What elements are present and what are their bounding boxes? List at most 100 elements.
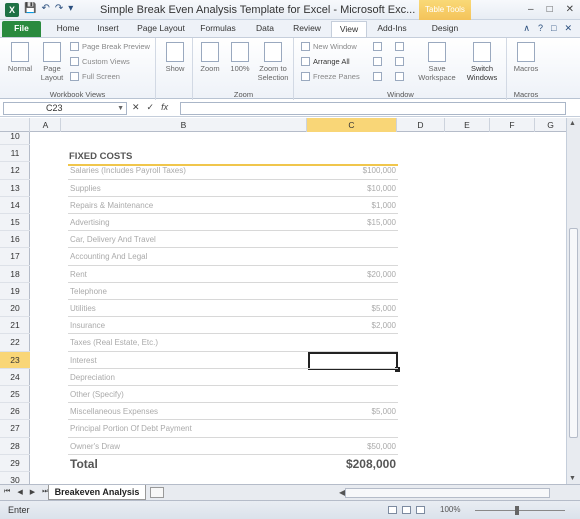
expense-label[interactable]: Owner's Draw xyxy=(70,442,120,451)
enter-icon[interactable]: ✓ xyxy=(147,102,155,113)
row-header[interactable]: 18 xyxy=(0,266,30,283)
row-header[interactable]: 25 xyxy=(0,386,30,404)
column-header-g[interactable]: G xyxy=(535,118,566,132)
row-header[interactable]: 23 xyxy=(0,351,30,369)
arrange-all-button[interactable]: Arrange All xyxy=(301,57,350,66)
normal-view-button[interactable]: Normal xyxy=(6,42,34,73)
zoom-100-button[interactable]: 100% xyxy=(226,42,254,73)
normal-view-shortcut-icon[interactable] xyxy=(388,506,397,514)
row-header[interactable]: 21 xyxy=(0,317,30,335)
macros-button[interactable]: Macros xyxy=(510,42,542,73)
expense-label[interactable]: Car, Delivery And Travel xyxy=(70,235,156,244)
vertical-scrollbar[interactable]: ▲ ▼ xyxy=(566,118,580,484)
prev-sheet-icon[interactable]: ◀ xyxy=(17,488,22,496)
row-header[interactable]: 11 xyxy=(0,145,30,163)
full-screen-button[interactable]: Full Screen xyxy=(70,72,120,81)
expense-label[interactable]: Accounting And Legal xyxy=(70,252,147,261)
row-header[interactable]: 12 xyxy=(0,162,30,180)
close-icon[interactable]: ✕ xyxy=(566,4,574,15)
scroll-down-icon[interactable]: ▼ xyxy=(569,475,576,482)
tab-review[interactable]: Review xyxy=(288,21,326,37)
horizontal-scrollbar[interactable] xyxy=(345,488,550,498)
expense-label[interactable]: Insurance xyxy=(70,321,105,330)
expense-label[interactable]: Other (Specify) xyxy=(70,390,124,399)
zoom-to-selection-button[interactable]: Zoom to Selection xyxy=(254,42,292,82)
save-icon[interactable]: 💾 xyxy=(24,3,36,14)
sheet-tab-breakeven-analysis[interactable]: Breakeven Analysis xyxy=(48,485,146,500)
expense-label[interactable]: Advertising xyxy=(70,218,110,227)
worksheet[interactable]: FIXED COSTS Total $208,000 Salaries (Inc… xyxy=(31,132,566,484)
expense-value[interactable]: $20,000 xyxy=(311,270,396,279)
zoom-slider-thumb[interactable] xyxy=(515,506,519,515)
tab-insert[interactable]: Insert xyxy=(90,21,126,37)
undo-icon[interactable]: ↶ xyxy=(41,3,49,14)
zoom-slider[interactable] xyxy=(475,510,565,511)
zoom-button[interactable]: Zoom xyxy=(196,42,224,73)
tab-add-ins[interactable]: Add-Ins xyxy=(372,21,412,37)
expense-label[interactable]: Depreciation xyxy=(70,373,115,382)
expense-label[interactable]: Rent xyxy=(70,270,87,279)
expense-value[interactable]: $5,000 xyxy=(311,407,396,416)
column-header-d[interactable]: D xyxy=(397,118,445,132)
column-header-a[interactable]: A xyxy=(31,118,61,132)
row-header[interactable]: 10 xyxy=(0,128,30,146)
row-header[interactable]: 27 xyxy=(0,420,30,438)
name-box[interactable]: C23 ▼ xyxy=(3,102,127,115)
zoom-level[interactable]: 100% xyxy=(440,505,460,514)
expense-label[interactable]: Miscellaneous Expenses xyxy=(70,407,158,416)
tab-page-layout[interactable]: Page Layout xyxy=(133,21,189,37)
row-header[interactable]: 20 xyxy=(0,300,30,318)
scroll-up-icon[interactable]: ▲ xyxy=(569,120,576,127)
expense-value[interactable]: $2,000 xyxy=(311,321,396,330)
synchronous-scrolling-button[interactable] xyxy=(395,57,404,66)
expense-value[interactable]: $10,000 xyxy=(311,184,396,193)
expense-value[interactable]: $50,000 xyxy=(311,442,396,451)
row-header[interactable]: 14 xyxy=(0,197,30,214)
tab-file[interactable]: File xyxy=(2,21,41,37)
expense-value[interactable]: $100,000 xyxy=(311,166,396,175)
tab-design[interactable]: Design xyxy=(425,21,465,37)
expense-label[interactable]: Principal Portion Of Debt Payment xyxy=(70,424,192,433)
page-break-preview-button[interactable]: Page Break Preview xyxy=(70,42,150,51)
next-sheet-icon[interactable]: ▶ xyxy=(30,488,35,496)
first-sheet-icon[interactable]: ⏮ xyxy=(4,488,10,496)
insert-function-icon[interactable]: fx xyxy=(161,102,168,113)
tab-view[interactable]: View xyxy=(331,21,367,37)
tab-data[interactable]: Data xyxy=(250,21,280,37)
hide-button[interactable] xyxy=(373,57,382,66)
row-header[interactable]: 15 xyxy=(0,214,30,232)
expense-label[interactable]: Supplies xyxy=(70,184,101,193)
insert-sheet-icon[interactable] xyxy=(150,487,164,498)
column-header-e[interactable]: E xyxy=(445,118,490,132)
save-workspace-button[interactable]: Save Workspace xyxy=(415,42,459,82)
row-header[interactable]: 13 xyxy=(0,180,30,197)
expense-label[interactable]: Interest xyxy=(70,356,97,365)
formula-input[interactable] xyxy=(180,102,566,115)
row-header[interactable]: 28 xyxy=(0,438,30,455)
close-workbook-icon[interactable]: ✕ xyxy=(564,23,572,34)
tab-formulas[interactable]: Formulas xyxy=(195,21,241,37)
custom-views-button[interactable]: Custom Views xyxy=(70,57,130,66)
ribbon-minimize-icon[interactable]: ∧ xyxy=(523,23,530,34)
minimize-icon[interactable]: – xyxy=(528,4,534,15)
expense-value[interactable]: $15,000 xyxy=(311,218,396,227)
name-box-dropdown-icon[interactable]: ▼ xyxy=(117,103,124,114)
row-header[interactable]: 19 xyxy=(0,283,30,300)
page-break-shortcut-icon[interactable] xyxy=(416,506,425,514)
row-header[interactable]: 16 xyxy=(0,231,30,249)
tab-home[interactable]: Home xyxy=(50,21,86,37)
expense-label[interactable]: Taxes (Real Estate, Etc.) xyxy=(70,338,158,347)
expense-value[interactable]: $5,000 xyxy=(311,304,396,313)
maximize-icon[interactable]: □ xyxy=(547,4,553,15)
view-side-by-side-button[interactable] xyxy=(395,42,404,51)
row-header[interactable]: 22 xyxy=(0,334,30,352)
expense-value[interactable]: $1,000 xyxy=(311,201,396,210)
unhide-button[interactable] xyxy=(373,72,382,81)
row-header[interactable]: 17 xyxy=(0,248,30,266)
cancel-icon[interactable]: ✕ xyxy=(132,102,140,113)
show-button[interactable]: Show xyxy=(161,42,189,73)
column-header-c[interactable]: C xyxy=(307,118,397,132)
restore-icon[interactable]: □ xyxy=(551,23,556,34)
expense-label[interactable]: Repairs & Maintenance xyxy=(70,201,153,210)
column-header-f[interactable]: F xyxy=(490,118,535,132)
